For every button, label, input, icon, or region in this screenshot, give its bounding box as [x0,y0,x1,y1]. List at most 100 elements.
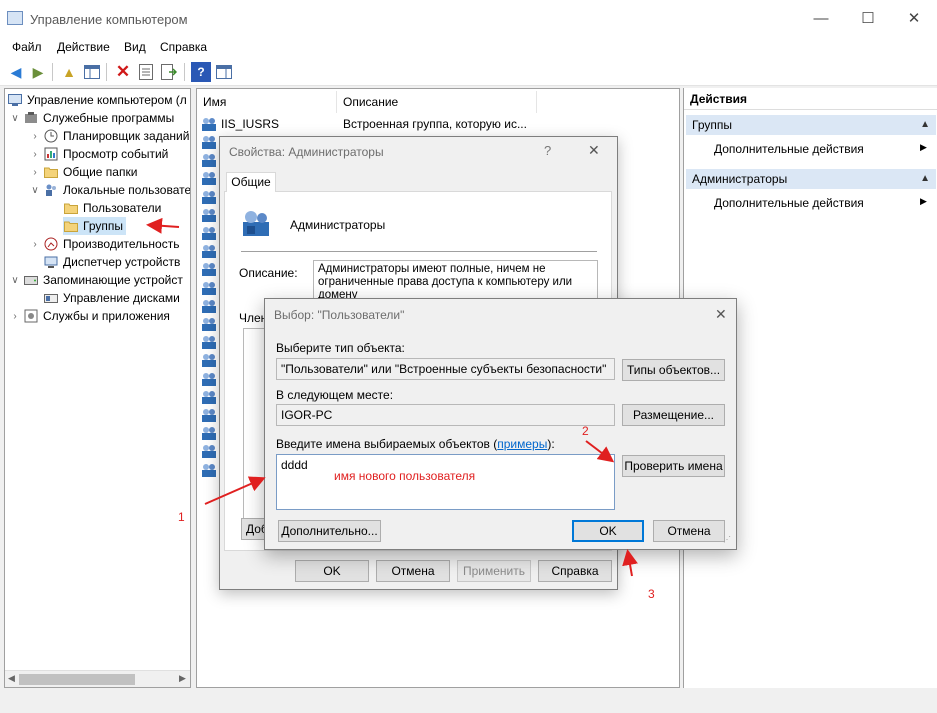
tree-node-groups[interactable]: Группы [63,217,126,235]
cancel-button[interactable]: Отмена [376,560,450,582]
help-button[interactable]: ? [544,143,551,158]
tree-node-services-apps[interactable]: › Службы и приложения [9,307,170,325]
examples-link[interactable]: примеры [497,437,547,451]
console-tree: Управление компьютером (л ∨ Служебные пр… [4,88,191,688]
group-icon [201,261,217,280]
tree-node-users[interactable]: Пользователи [63,199,161,217]
section-title: Группы [692,118,732,132]
tree-node-label: Просмотр событий [63,147,169,161]
group-name-label: Администраторы [290,218,386,232]
collapse-icon[interactable]: ∨ [9,113,21,124]
toolbar-separator [52,63,53,81]
expand-icon[interactable]: › [29,149,41,160]
clock-icon [43,128,59,144]
ok-button[interactable]: OK [295,560,369,582]
tree-node-root[interactable]: Управление компьютером (л [7,91,187,109]
scroll-left-icon[interactable]: ◀ [8,673,15,684]
computer-management-icon [7,11,23,25]
group-icon [201,443,217,462]
menu-help[interactable]: Справка [160,40,207,54]
expand-icon[interactable]: › [29,239,41,250]
tree-node-disk-management[interactable]: Управление дисками [43,289,180,307]
users-icon [43,182,59,198]
submenu-arrow-icon[interactable]: ▶ [920,196,927,207]
tree-node-label: Планировщик заданий [63,129,190,143]
storage-icon [23,272,39,288]
export-list-icon[interactable] [159,62,179,82]
tree-node-device-manager[interactable]: Диспетчер устройств [43,253,180,271]
tree-node-event-viewer[interactable]: › Просмотр событий [29,145,168,163]
show-action-pane-icon[interactable] [214,62,234,82]
up-folder-icon[interactable]: ▲ [59,62,79,82]
section-title: Администраторы [692,172,788,186]
tree-node-label: Службы и приложения [43,309,170,323]
tree-horizontal-scrollbar[interactable]: ◀ ▶ [5,670,190,687]
delete-icon[interactable]: ✕ [113,62,133,82]
list-item[interactable]: IIS_IUSRS [201,116,279,132]
collapse-up-icon[interactable]: ▲ [920,169,930,189]
tree-node-performance[interactable]: › Производительность [29,235,179,253]
tree-node-local-users[interactable]: ∨ Локальные пользовате [29,181,191,199]
tree-node-storage[interactable]: ∨ Запоминающие устройст [9,271,183,289]
more-actions-groups[interactable]: Дополнительные действия [714,142,864,156]
minimize-button[interactable]: — [798,0,844,38]
group-icon [201,316,217,335]
column-header-description[interactable]: Описание [337,91,537,113]
tree-node-label: Общие папки [63,165,138,179]
locations-button[interactable]: Размещение... [622,404,725,426]
help-dialog-button[interactable]: Справка [538,560,612,582]
maximize-button[interactable]: ☐ [845,0,891,38]
close-button[interactable]: ✕ [891,0,937,38]
scroll-right-icon[interactable]: ▶ [179,673,186,684]
collapse-up-icon[interactable]: ▲ [920,115,930,135]
back-icon[interactable]: ◀ [6,62,26,82]
apply-button[interactable]: Применить [457,560,531,582]
object-type-field: "Пользователи" или "Встроенные субъекты … [276,358,615,380]
object-names-value: dddd [281,458,308,472]
advanced-button[interactable]: Дополнительно... [278,520,381,542]
submenu-arrow-icon[interactable]: ▶ [920,142,927,153]
expand-icon[interactable]: › [29,131,41,142]
disk-management-icon [43,290,59,306]
cancel-button[interactable]: Отмена [653,520,725,542]
group-icon [201,407,217,426]
window-title: Управление компьютером [30,12,188,27]
expand-icon[interactable]: › [29,167,41,178]
close-icon[interactable]: ✕ [588,142,600,159]
properties-icon[interactable] [136,62,156,82]
column-header-name[interactable]: Имя [197,91,337,113]
actions-section-groups[interactable]: Группы ▲ [686,115,936,135]
collapse-icon[interactable]: ∨ [29,185,41,196]
menu-view[interactable]: Вид [124,40,146,54]
group-description: Встроенная группа, которую ис... [343,117,527,131]
tab-general[interactable]: Общие [226,172,276,192]
actions-section-admins[interactable]: Администраторы ▲ [686,169,936,189]
tree-node-label: Группы [83,219,123,233]
collapse-icon[interactable]: ∨ [9,275,21,286]
expand-icon[interactable]: › [9,311,21,322]
show-hide-tree-icon[interactable] [82,62,102,82]
menu-bar: Файл Действие Вид Справка [0,38,937,58]
close-icon[interactable]: ✕ [715,306,727,323]
tree-node-shared-folders[interactable]: › Общие папки [29,163,137,181]
scrollbar-thumb[interactable] [19,674,135,685]
ok-button[interactable]: OK [572,520,644,542]
tree-node-system-tools[interactable]: ∨ Служебные программы [9,109,174,127]
check-names-button[interactable]: Проверить имена [622,455,725,477]
services-icon [23,308,39,324]
names-label-text: Введите имена выбираемых объектов ( [276,437,498,451]
tree-node-label: Локальные пользовате [63,183,191,197]
help-icon[interactable]: ? [191,62,211,82]
description-label: Описание: [239,266,298,280]
group-icon [201,243,217,262]
menu-file[interactable]: Файл [12,40,42,54]
resize-grip-icon[interactable]: ⋰ [723,536,733,547]
menu-action[interactable]: Действие [57,40,110,54]
more-actions-admins[interactable]: Дополнительные действия [714,196,864,210]
forward-icon[interactable]: ▶ [28,62,48,82]
object-types-button[interactable]: Типы объектов... [622,359,725,381]
actions-title: Действия [684,92,937,110]
group-icon [201,352,217,371]
tree-node-task-scheduler[interactable]: › Планировщик заданий [29,127,189,145]
select-users-dialog: Выбор: "Пользователи" ✕ Выберите тип объ… [264,298,737,550]
